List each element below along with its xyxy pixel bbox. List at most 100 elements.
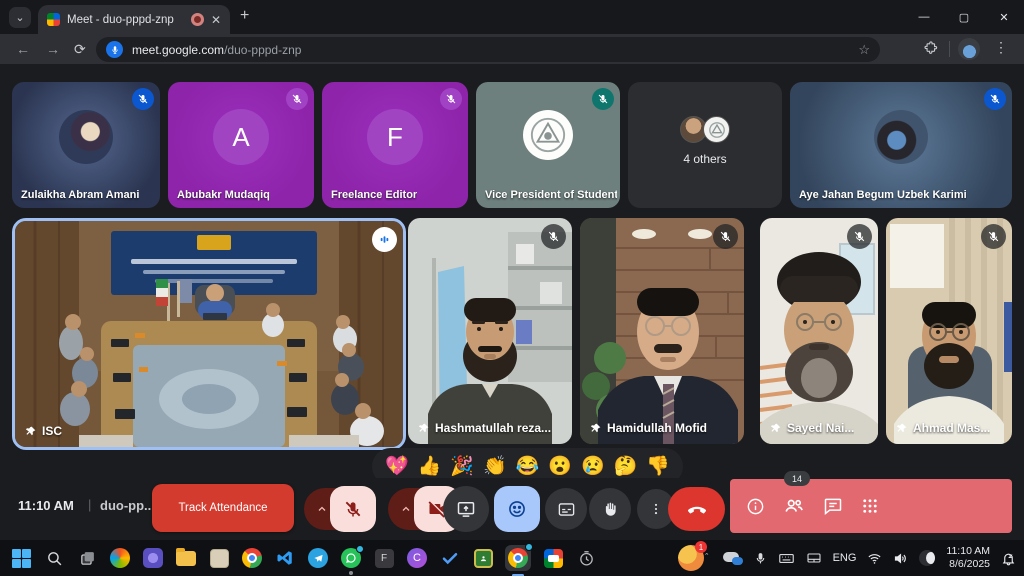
avatar (874, 110, 928, 164)
notification-dot (356, 545, 364, 553)
end-call-button[interactable] (668, 487, 725, 531)
participant-video-scene (760, 218, 878, 444)
onedrive-icon[interactable] (723, 552, 743, 565)
reactions-button[interactable] (494, 486, 540, 532)
address-bar[interactable]: meet.google.com/duo-pppd-znp ☆ (96, 37, 880, 62)
whatsapp-icon[interactable] (340, 547, 362, 569)
raise-hand-button[interactable] (589, 488, 631, 530)
copilot-icon[interactable] (109, 547, 131, 569)
language-indicator[interactable]: ENG (833, 552, 857, 564)
meeting-code: duo-pp... (100, 498, 155, 513)
tray-chevron-icon[interactable]: ＾ (702, 551, 712, 566)
app-f-icon[interactable]: F (373, 547, 395, 569)
participant-name: Abubakr Mudaqiq (177, 189, 270, 201)
browser-menu-icon[interactable]: ⋮ (994, 39, 1008, 56)
mic-toggle-button[interactable] (330, 486, 376, 532)
maximize-button[interactable]: ▢ (944, 11, 984, 24)
wifi-icon[interactable] (867, 551, 882, 566)
reload-button[interactable]: ⟳ (74, 40, 86, 58)
touchpad-icon[interactable] (806, 550, 822, 566)
clock-app-icon[interactable] (575, 547, 597, 569)
participant-tile-hamidullah[interactable]: Hamidullah Mofid (580, 218, 744, 444)
audio-active-icon (372, 227, 397, 252)
tray-mic-icon[interactable] (754, 552, 767, 565)
participant-video-scene (886, 218, 1012, 444)
mic-permission-icon[interactable] (106, 41, 123, 58)
captions-button[interactable] (545, 488, 587, 530)
telegram-icon[interactable] (307, 547, 329, 569)
extensions-icon[interactable] (923, 40, 938, 60)
reaction-surprised[interactable]: 😮 (548, 457, 572, 476)
participant-tile-abubakr[interactable]: A Abubakr Mudaqiq (168, 82, 314, 208)
activities-button[interactable] (861, 497, 879, 515)
meeting-time: 11:10 AM (18, 498, 74, 513)
reaction-laugh[interactable]: 😂 (516, 457, 540, 476)
bookmark-star-icon[interactable]: ☆ (858, 42, 870, 58)
chrome-active-icon[interactable] (505, 545, 531, 571)
notification-app-icon[interactable]: 1 (678, 545, 704, 571)
reaction-cry[interactable]: 😢 (581, 457, 605, 476)
participant-tile-freelance-editor[interactable]: F Freelance Editor (322, 82, 468, 208)
meeting-info-panel (730, 479, 1012, 533)
app-c-icon[interactable]: C (406, 547, 428, 569)
start-button[interactable] (10, 547, 32, 569)
meeting-details-button[interactable] (746, 497, 765, 516)
participant-tile-sayed[interactable]: Sayed Nai... (760, 218, 878, 444)
participant-tile-zulaikha[interactable]: Zulaikha Abram Amani (12, 82, 160, 208)
new-tab-button[interactable]: + (240, 8, 249, 24)
classroom-icon[interactable] (472, 547, 494, 569)
browser-titlebar: ⌄ Meet - duo-pppd-znp ✕ + — ▢ ✕ (0, 0, 1024, 34)
chrome-icon[interactable] (241, 547, 263, 569)
avatar-initial: F (367, 109, 423, 165)
participants-button[interactable] (783, 495, 805, 517)
mic-muted-icon (440, 88, 462, 110)
reaction-thumbs-down[interactable]: 👎 (646, 457, 670, 476)
reaction-heart[interactable]: 💖 (385, 457, 409, 476)
tray-clock[interactable]: 11:10 AM 8/6/2025 (946, 545, 990, 571)
meet-favicon-icon (47, 13, 60, 26)
participant-tile-isc-room[interactable]: ISC (12, 218, 406, 450)
vscode-icon[interactable] (274, 547, 296, 569)
overflow-tile-others[interactable]: 4 others (628, 82, 782, 208)
notes-app-icon[interactable] (208, 547, 230, 569)
search-icon[interactable] (43, 547, 65, 569)
meet-app-icon[interactable] (542, 547, 564, 569)
browser-tab[interactable]: Meet - duo-pppd-znp ✕ (38, 5, 230, 34)
mic-muted-icon (541, 224, 566, 249)
windows-taskbar: F C 1 ＾ ENG (0, 540, 1024, 576)
participant-tile-vice-president[interactable]: Vice President of Student ... (476, 82, 620, 208)
notifications-bell-icon[interactable] (1001, 551, 1016, 566)
screen: ⌄ Meet - duo-pppd-znp ✕ + — ▢ ✕ ← → ⟳ me… (0, 0, 1024, 576)
battery-saver-icon[interactable] (919, 550, 935, 566)
profile-avatar[interactable] (958, 38, 980, 60)
todo-check-icon[interactable] (439, 547, 461, 569)
participant-tile-hashmatullah[interactable]: Hashmatullah reza... (408, 218, 572, 444)
participant-tile-ahmad[interactable]: Ahmad Mas... (886, 218, 1012, 444)
chat-button[interactable] (823, 496, 843, 516)
tab-close-button[interactable]: ✕ (211, 14, 221, 26)
touch-keyboard-icon[interactable] (778, 550, 795, 567)
participant-name: Hashmatullah reza... (435, 421, 551, 435)
chevron-down-icon: ⌄ (15, 11, 24, 24)
task-view-icon[interactable] (76, 547, 98, 569)
url-path: /duo-pppd-znp (224, 43, 301, 57)
chevron-up-icon (400, 503, 412, 515)
participant-video-scene (580, 218, 744, 444)
reaction-thinking[interactable]: 🤔 (614, 457, 638, 476)
participant-tile-aye-jahan[interactable]: Aye Jahan Begum Uzbek Karimi (790, 82, 1012, 208)
track-attendance-button[interactable]: Track Attendance (152, 484, 294, 532)
reaction-party[interactable]: 🎉 (450, 457, 474, 476)
minimize-button[interactable]: — (904, 11, 944, 23)
participant-name: Aye Jahan Begum Uzbek Karimi (799, 189, 967, 201)
tab-search-button[interactable]: ⌄ (9, 7, 31, 28)
close-button[interactable]: ✕ (984, 11, 1024, 24)
volume-icon[interactable] (893, 551, 908, 566)
taskbar-apps: F C (0, 545, 597, 571)
widgets-icon[interactable] (142, 547, 164, 569)
back-button[interactable]: ← (16, 40, 30, 58)
present-screen-button[interactable] (443, 486, 489, 532)
reaction-clap[interactable]: 👏 (483, 457, 507, 476)
file-explorer-icon[interactable] (175, 547, 197, 569)
forward-button[interactable]: → (46, 40, 60, 58)
reaction-thumbs-up[interactable]: 👍 (418, 457, 442, 476)
